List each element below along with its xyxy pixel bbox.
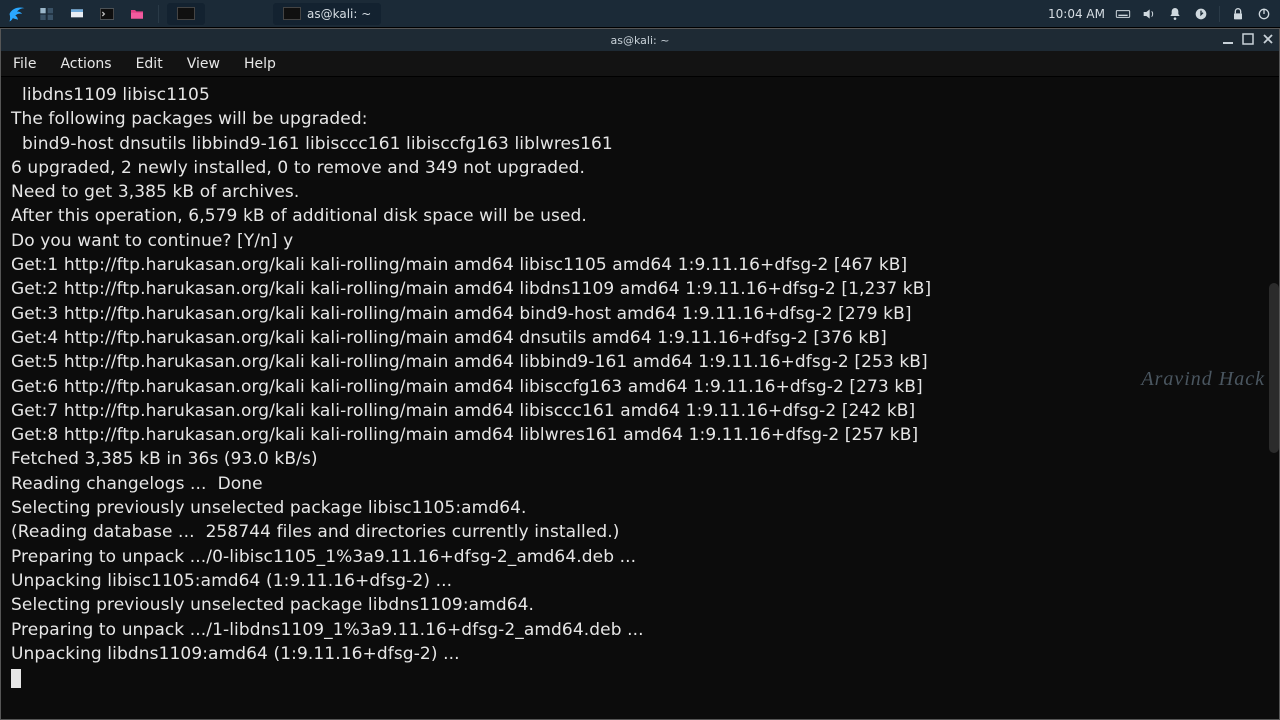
terminal-line: 6 upgraded, 2 newly installed, 0 to remo… (11, 156, 1269, 180)
minimize-button[interactable] (1221, 32, 1235, 46)
menu-bar: File Actions Edit View Help (1, 51, 1279, 77)
terminal-line: Get:1 http://ftp.harukasan.org/kali kali… (11, 253, 1269, 277)
power-indicator[interactable] (1256, 6, 1272, 22)
terminal-line: Get:2 http://ftp.harukasan.org/kali kali… (11, 277, 1269, 301)
task-title: as@kali: ~ (307, 7, 371, 21)
volume-indicator[interactable] (1141, 6, 1157, 22)
minimize-icon (1222, 33, 1234, 45)
terminal-line: Preparing to unpack .../0-libisc1105_1%3… (11, 545, 1269, 569)
window-title: as@kali: ~ (611, 34, 670, 47)
launcher-files[interactable] (124, 3, 150, 25)
terminal-line: Fetched 3,385 kB in 36s (93.0 kB/s) (11, 447, 1269, 471)
panel-separator (158, 5, 159, 23)
close-icon (1262, 33, 1274, 45)
scrollbar-thumb[interactable] (1269, 283, 1279, 453)
terminal-line: Unpacking libdns1109:amd64 (1:9.11.16+df… (11, 642, 1269, 666)
window-titlebar[interactable]: as@kali: ~ (1, 29, 1279, 51)
terminal-line: Selecting previously unselected package … (11, 593, 1269, 617)
terminal-line: The following packages will be upgraded: (11, 107, 1269, 131)
menu-actions[interactable]: Actions (60, 56, 111, 72)
app-menu-button[interactable] (4, 3, 30, 25)
updates-icon (1193, 6, 1209, 22)
terminal-line: Reading changelogs ... Done (11, 472, 1269, 496)
terminal-line: Get:6 http://ftp.harukasan.org/kali kali… (11, 375, 1269, 399)
terminal-line: Unpacking libisc1105:amd64 (1:9.11.16+df… (11, 569, 1269, 593)
kali-dragon-icon (7, 4, 27, 24)
terminal-viewport[interactable]: libdns1109 libisc1105The following packa… (1, 77, 1279, 719)
menu-file[interactable]: File (13, 56, 36, 72)
cursor (11, 669, 21, 688)
clock[interactable]: 10:04 AM (1048, 7, 1105, 21)
terminal-line: After this operation, 6,579 kB of additi… (11, 204, 1269, 228)
bell-icon (1167, 6, 1183, 22)
task-terminal-1[interactable] (167, 3, 205, 25)
tray-separator (1219, 6, 1220, 22)
terminal-line: libdns1109 libisc1105 (11, 83, 1269, 107)
task-thumb-icon (283, 7, 301, 20)
terminal-window: as@kali: ~ File Actions Edit View Help l… (0, 28, 1280, 720)
keyboard-icon (1115, 6, 1131, 22)
terminal-line: Get:7 http://ftp.harukasan.org/kali kali… (11, 399, 1269, 423)
files-icon (129, 6, 145, 22)
volume-icon (1141, 6, 1157, 22)
desktop-icon (69, 6, 85, 22)
terminal-line: Need to get 3,385 kB of archives. (11, 180, 1269, 204)
terminal-icon (99, 6, 115, 22)
show-desktop-button[interactable] (64, 3, 90, 25)
terminal-line: Get:4 http://ftp.harukasan.org/kali kali… (11, 326, 1269, 350)
workspaces-icon (39, 6, 55, 22)
terminal-line: Get:5 http://ftp.harukasan.org/kali kali… (11, 350, 1269, 374)
workspaces-button[interactable] (34, 3, 60, 25)
launcher-terminal[interactable] (94, 3, 120, 25)
menu-help[interactable]: Help (244, 56, 276, 72)
terminal-line: (Reading database ... 258744 files and d… (11, 520, 1269, 544)
keyboard-indicator[interactable] (1115, 6, 1131, 22)
power-icon (1256, 6, 1272, 22)
system-tray: 10:04 AM (1048, 6, 1280, 22)
terminal-line: Get:8 http://ftp.harukasan.org/kali kali… (11, 423, 1269, 447)
desktop-panel: as@kali: ~ 10:04 AM (0, 0, 1280, 28)
terminal-line: Preparing to unpack .../1-libdns1109_1%3… (11, 618, 1269, 642)
terminal-line: Selecting previously unselected package … (11, 496, 1269, 520)
terminal-line: bind9-host dnsutils libbind9-161 libiscc… (11, 132, 1269, 156)
updates-indicator[interactable] (1193, 6, 1209, 22)
panel-left: as@kali: ~ (0, 3, 381, 25)
lock-icon (1230, 6, 1246, 22)
maximize-button[interactable] (1241, 32, 1255, 46)
terminal-line: Do you want to continue? [Y/n] y (11, 229, 1269, 253)
terminal-cursor-line (11, 666, 1269, 695)
window-buttons (1221, 32, 1275, 46)
terminal-line: Get:3 http://ftp.harukasan.org/kali kali… (11, 302, 1269, 326)
menu-edit[interactable]: Edit (136, 56, 163, 72)
task-thumb-icon (177, 7, 195, 20)
lock-indicator[interactable] (1230, 6, 1246, 22)
menu-view[interactable]: View (187, 56, 220, 72)
task-terminal-2[interactable]: as@kali: ~ (273, 3, 381, 25)
maximize-icon (1242, 33, 1254, 45)
close-button[interactable] (1261, 32, 1275, 46)
notifications-indicator[interactable] (1167, 6, 1183, 22)
